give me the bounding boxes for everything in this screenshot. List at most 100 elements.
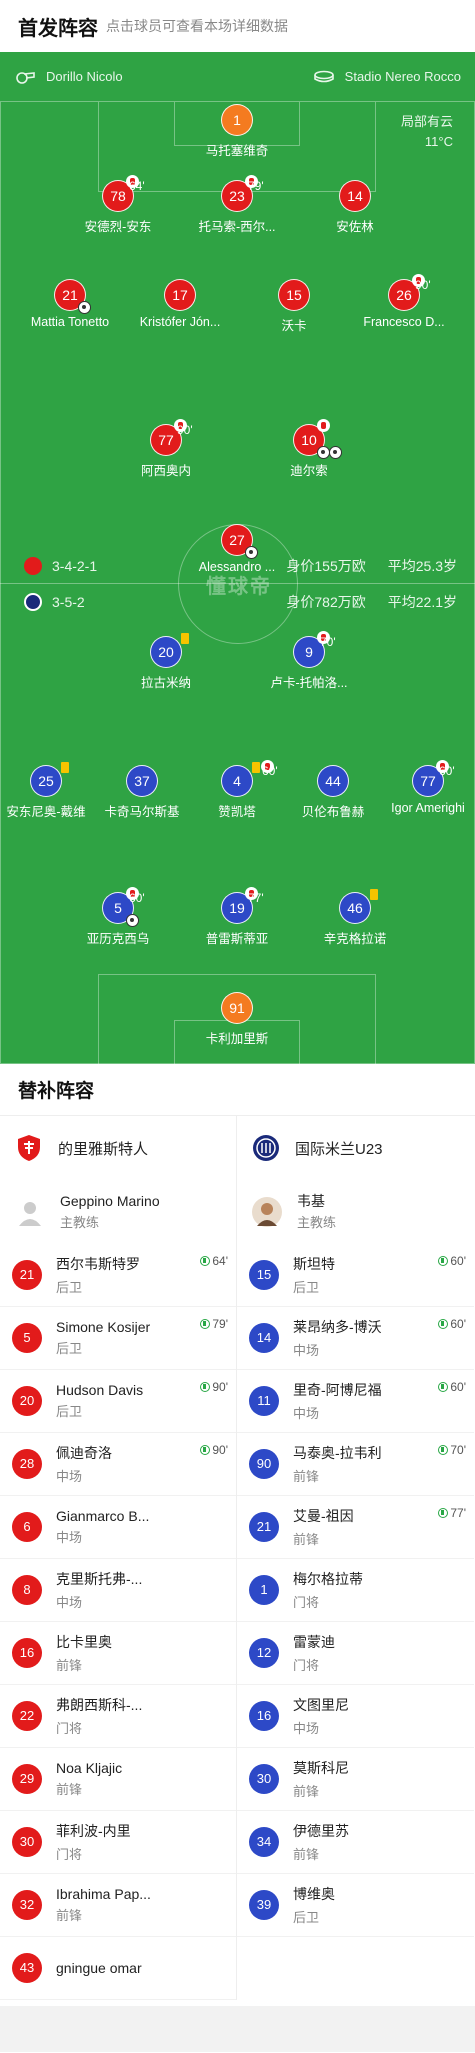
sub-player-row[interactable]: 90 马泰奥-拉韦利 前锋 70': [237, 1433, 474, 1496]
player-number: 78: [110, 188, 126, 204]
home-team-summary: 3-4-2-1 身价155万欧 平均25.3岁: [24, 556, 457, 576]
home-subs-column: 的里雅斯特人 Geppino Marino 主教练 21 西尔韦斯特罗 后卫 64' 5 S…: [0, 1116, 237, 2000]
player-number: 14: [339, 180, 371, 212]
away-player-20[interactable]: 20 拉古米纳: [106, 633, 226, 691]
player-number: 20: [158, 644, 174, 660]
sub-player-position: 后卫: [56, 1341, 83, 1356]
player-number: 23: [229, 188, 245, 204]
sub-player-row[interactable]: 21 西尔韦斯特罗 后卫 64': [0, 1244, 236, 1307]
sub-player-position: 后卫: [56, 1280, 83, 1295]
sub-player-row[interactable]: 30 莫斯科尼 前锋: [237, 1748, 474, 1811]
sub-player-position: 门将: [293, 1595, 320, 1610]
goal-ball-icon: [329, 446, 342, 459]
sub-in-arrow-icon: [200, 1445, 211, 1455]
player-name: 安佐林: [336, 220, 374, 234]
sub-player-number: 30: [249, 1764, 279, 1794]
subs-table: 的里雅斯特人 Geppino Marino 主教练 21 西尔韦斯特罗 后卫 64' 5 S…: [0, 1116, 475, 2000]
sub-player-row[interactable]: 32 Ibrahima Pap... 前锋: [0, 1874, 236, 1937]
sub-player-row[interactable]: 43 gningue omar: [0, 1937, 236, 2000]
away-team-header[interactable]: 国际米兰U23: [237, 1116, 474, 1180]
sub-player-number: 16: [12, 1638, 42, 1668]
sub-player-number: 21: [12, 1260, 42, 1290]
away-coach[interactable]: 韦基 主教练: [237, 1180, 474, 1244]
away-team-summary: 3-5-2 身价782万欧 平均22.1岁: [24, 592, 457, 612]
home-player-1[interactable]: 1 马托塞维奇: [177, 104, 297, 159]
home-player-26[interactable]: 26 90' Francesco D...: [344, 274, 464, 329]
player-name: 卢卡-托帕洛...: [270, 676, 348, 690]
sub-player-name: 艾曼-祖因: [293, 1508, 354, 1524]
sub-player-position: 中场: [293, 1406, 320, 1421]
sub-player-name: Hudson Davis: [56, 1382, 144, 1398]
home-player-78[interactable]: 78 64' 安德烈-安东: [58, 175, 178, 235]
sub-player-row[interactable]: 21 艾曼-祖因 前锋 77': [237, 1496, 474, 1559]
sub-in-indicator: 79': [200, 1317, 228, 1331]
away-player-9[interactable]: 9 70' 卢卡-托帕洛...: [249, 631, 369, 691]
sub-in-minute: 60': [450, 1254, 466, 1268]
player-name: Kristófer Jón...: [139, 315, 221, 329]
sub-player-row[interactable]: 22 弗朗西斯科-... 门将: [0, 1685, 236, 1748]
sub-player-row[interactable]: 39 博维奥 后卫: [237, 1874, 474, 1937]
player-number: 91: [221, 992, 253, 1024]
sub-player-number: 90: [249, 1449, 279, 1479]
sub-player-name: 伊德里苏: [293, 1823, 349, 1839]
goal-ball-icon: [126, 914, 139, 927]
home-player-15[interactable]: 15 沃卡: [234, 279, 354, 334]
sub-player-row[interactable]: 5 Simone Kosijer 后卫 79': [0, 1307, 236, 1370]
home-player-23[interactable]: 23 79' 托马索-西尔...: [177, 175, 297, 235]
sub-in-indicator: 90': [200, 1380, 228, 1394]
sub-player-row[interactable]: 16 比卡里奥 前锋: [0, 1622, 236, 1685]
home-player-14[interactable]: 14 安佐林: [295, 180, 415, 235]
home-player-10[interactable]: 10 迪尔索: [249, 419, 369, 479]
away-player-46[interactable]: 46 辛克格拉诺: [295, 889, 415, 947]
home-player-17[interactable]: 17 Kristófer Jón...: [120, 279, 240, 329]
away-player-5[interactable]: 5 60' 亚历克西乌: [58, 887, 178, 947]
sub-player-name: Ibrahima Pap...: [56, 1886, 151, 1902]
player-number: 15: [278, 279, 310, 311]
sub-player-row[interactable]: 8 克里斯托弗-... 中场: [0, 1559, 236, 1622]
sub-player-number: 32: [12, 1890, 42, 1920]
sub-in-arrow-icon: [438, 1508, 449, 1518]
coach-name: Geppino Marino: [60, 1193, 160, 1209]
sub-in-minute: 70': [450, 1443, 466, 1457]
sub-player-row[interactable]: 15 斯坦特 后卫 60': [237, 1244, 474, 1307]
sub-in-minute: 60': [450, 1317, 466, 1331]
sub-player-number: 29: [12, 1764, 42, 1794]
sub-player-name: 梅尔格拉蒂: [293, 1571, 363, 1587]
sub-player-number: 5: [12, 1323, 42, 1353]
coach-name: 韦基: [297, 1193, 325, 1209]
sub-player-row[interactable]: 30 菲利波-内里 门将: [0, 1811, 236, 1874]
away-player-91[interactable]: 91 卡利加里斯: [177, 992, 297, 1047]
sub-in-indicator: 64': [200, 1254, 228, 1268]
home-value: 身价155万欧: [286, 558, 366, 574]
sub-player-row[interactable]: 16 文图里尼 中场: [237, 1685, 474, 1748]
home-player-77[interactable]: 77 90' 阿西奥内: [106, 419, 226, 479]
home-coach[interactable]: Geppino Marino 主教练: [0, 1180, 236, 1244]
sub-player-row[interactable]: 29 Noa Kljajic 前锋: [0, 1748, 236, 1811]
sub-player-row[interactable]: 6 Gianmarco B... 中场: [0, 1496, 236, 1559]
player-number: 21: [62, 287, 78, 303]
sub-player-name: 菲利波-内里: [56, 1823, 131, 1839]
away-team-crest-icon: [253, 1135, 279, 1161]
sub-player-name: 比卡里奥: [56, 1634, 112, 1650]
sub-player-position: 中场: [293, 1343, 320, 1358]
sub-player-row[interactable]: 11 里奇-阿博尼福 中场 60': [237, 1370, 474, 1433]
sub-player-row[interactable]: 34 伊德里苏 前锋: [237, 1811, 474, 1874]
sub-player-row[interactable]: 1 梅尔格拉蒂 门将: [237, 1559, 474, 1622]
sub-player-row[interactable]: 28 佩迪奇洛 中场 90': [0, 1433, 236, 1496]
pitch: Dorillo Nicolo Stadio Nereo Rocco 局部有云 1…: [0, 52, 475, 1064]
sub-player-number: 34: [249, 1827, 279, 1857]
player-number: 4: [233, 773, 241, 789]
yellow-card-icon: [61, 762, 69, 773]
sub-player-name: 斯坦特: [293, 1256, 335, 1272]
home-team-header[interactable]: 的里雅斯特人: [0, 1116, 236, 1180]
sub-player-row[interactable]: 20 Hudson Davis 后卫 90': [0, 1370, 236, 1433]
sub-player-name: 克里斯托弗-...: [56, 1571, 143, 1587]
yellow-card-icon: [370, 889, 378, 900]
away-player-77[interactable]: 77 60' Igor Amerighi: [368, 760, 475, 815]
sub-player-row[interactable]: 14 莱昂纳多-博沃 中场 60': [237, 1307, 474, 1370]
sub-player-row[interactable]: 12 雷蒙迪 门将: [237, 1622, 474, 1685]
sub-minute: 64': [129, 179, 145, 193]
home-player-21[interactable]: 21 Mattia Tonetto: [10, 279, 130, 329]
player-name: 沃卡: [281, 319, 307, 333]
away-player-19[interactable]: 19 77' 普雷斯蒂亚: [177, 887, 297, 947]
